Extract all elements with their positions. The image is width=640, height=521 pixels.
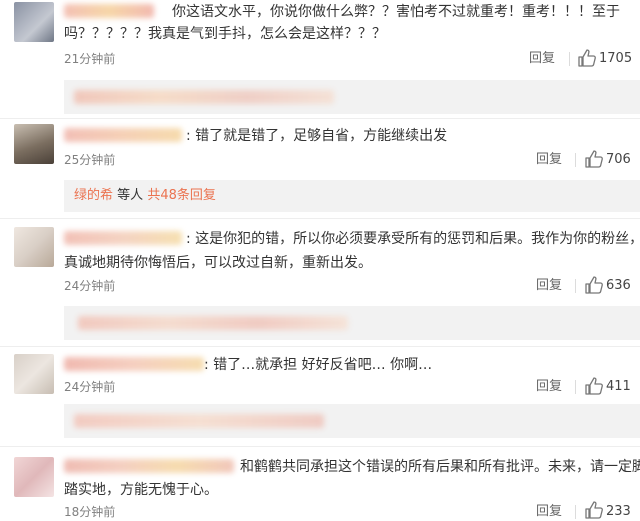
- thumbs-up-icon[interactable]: [577, 49, 597, 67]
- comment-text-line: : 这是你犯的错，所以你必须要承受所有的惩罚和后果。我作为你的粉丝，: [186, 231, 640, 247]
- sub-reply-middle: 等人: [117, 188, 144, 203]
- blurred-reply-text: [74, 414, 324, 428]
- blurred-username[interactable]: [64, 357, 204, 371]
- like-count: 636: [606, 278, 631, 293]
- reply-preview-box: [64, 404, 640, 438]
- thumbs-up-icon[interactable]: [584, 377, 604, 395]
- reply-preview-box: [64, 80, 640, 114]
- separator: [0, 118, 640, 119]
- divider: [575, 279, 576, 293]
- blurred-username[interactable]: [64, 4, 154, 18]
- divider: [575, 505, 576, 519]
- comment-time: 25分钟前: [64, 153, 116, 167]
- sub-reply-count[interactable]: 共48条回复: [147, 188, 216, 203]
- comment-text-line: 和鹤鹤共同承担这个错误的所有后果和所有批评。未来，请一定脚: [240, 459, 640, 475]
- separator: [0, 446, 640, 447]
- reply-button[interactable]: 回复: [536, 379, 562, 395]
- blurred-username[interactable]: [64, 128, 182, 142]
- divider: [569, 52, 570, 66]
- blurred-reply-text: [74, 90, 334, 104]
- divider: [575, 380, 576, 394]
- comment-text-line: : 错了…就承担 好好反省吧… 你啊…: [204, 357, 433, 373]
- avatar[interactable]: [14, 2, 54, 42]
- reply-button[interactable]: 回复: [529, 51, 555, 67]
- separator: [0, 218, 640, 219]
- comment-text-line: 你这语文水平，你说你做什么弊？？害怕考不过就重考！重考！！！至于: [172, 4, 620, 20]
- comment-text-line: 吗？？？？？我真是气到手抖，怎么会是这样？？？: [64, 26, 386, 42]
- like-count: 411: [606, 379, 631, 394]
- like-count: 1705: [599, 51, 633, 66]
- avatar[interactable]: [14, 227, 54, 267]
- blurred-username[interactable]: [64, 459, 234, 473]
- blurred-reply-text: [78, 316, 348, 330]
- like-count: 233: [606, 504, 631, 519]
- thumbs-up-icon[interactable]: [584, 501, 604, 519]
- avatar[interactable]: [14, 457, 54, 497]
- sub-reply-user[interactable]: 绿的希: [74, 188, 113, 203]
- comment-time: 24分钟前: [64, 279, 116, 293]
- sub-replies-link[interactable]: 绿的希 等人 共48条回复: [74, 188, 216, 204]
- divider: [575, 153, 576, 167]
- blurred-username[interactable]: [64, 231, 182, 245]
- comment-time: 24分钟前: [64, 380, 116, 394]
- separator: [0, 346, 640, 347]
- avatar[interactable]: [14, 124, 54, 164]
- reply-button[interactable]: 回复: [536, 152, 562, 168]
- thumbs-up-icon[interactable]: [584, 276, 604, 294]
- comment-text-line: 踏实地，方能无愧于心。: [64, 482, 218, 498]
- reply-button[interactable]: 回复: [536, 278, 562, 294]
- reply-button[interactable]: 回复: [536, 504, 562, 520]
- reply-preview-box: [64, 306, 640, 340]
- sub-replies-box: 绿的希 等人 共48条回复: [64, 180, 640, 212]
- like-count: 706: [606, 152, 631, 167]
- comment-time: 21分钟前: [64, 52, 116, 66]
- comment-text-line: 真诚地期待你悔悟后，可以改过自新，重新出发。: [64, 255, 372, 271]
- comment-text-line: : 错了就是错了，足够自省，方能继续出发: [186, 128, 448, 144]
- avatar[interactable]: [14, 354, 54, 394]
- comment-time: 18分钟前: [64, 505, 116, 519]
- thumbs-up-icon[interactable]: [584, 150, 604, 168]
